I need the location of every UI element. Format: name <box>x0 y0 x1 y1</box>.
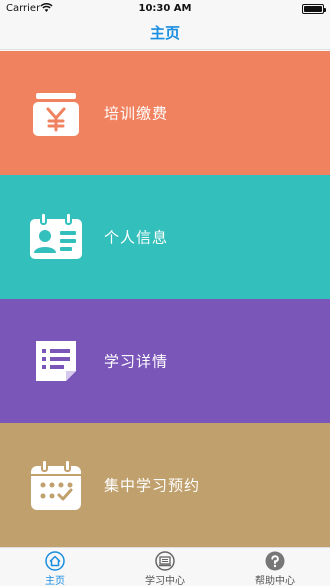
tile-study-appointment[interactable]: 集中学习预约 <box>0 423 330 547</box>
id-card-icon <box>30 212 82 259</box>
page-title: 主页 <box>149 24 180 42</box>
calendar-icon <box>31 459 81 510</box>
tab-label: 帮助中心 <box>255 576 295 586</box>
study-center-icon <box>155 551 175 571</box>
tile-label: 培训缴费 <box>104 104 169 123</box>
tab-study-center[interactable]: 学习中心 <box>110 548 220 586</box>
battery-icon <box>302 4 326 14</box>
tab-bar: 主页 学习中心 帮助中心 <box>0 547 330 586</box>
tile-label: 集中学习预约 <box>104 476 201 495</box>
tab-label: 主页 <box>45 576 65 586</box>
tab-label: 学习中心 <box>145 576 185 586</box>
details-list-icon <box>36 341 76 381</box>
tile-study-details[interactable]: 学习详情 <box>0 299 330 423</box>
home-icon <box>45 551 65 571</box>
payment-icon <box>33 93 79 136</box>
tab-home[interactable]: 主页 <box>0 548 110 586</box>
tile-training-payment[interactable]: 培训缴费 <box>0 51 330 175</box>
tile-personal-info[interactable]: 个人信息 <box>0 175 330 299</box>
status-bar: Carrier 10:30 AM <box>0 0 330 18</box>
status-time: 10:30 AM <box>138 3 192 14</box>
help-icon <box>265 551 285 571</box>
tile-label: 学习详情 <box>104 352 169 371</box>
nav-bar: 主页 <box>0 18 330 50</box>
tile-label: 个人信息 <box>104 228 169 247</box>
tab-help-center[interactable]: 帮助中心 <box>220 548 330 586</box>
